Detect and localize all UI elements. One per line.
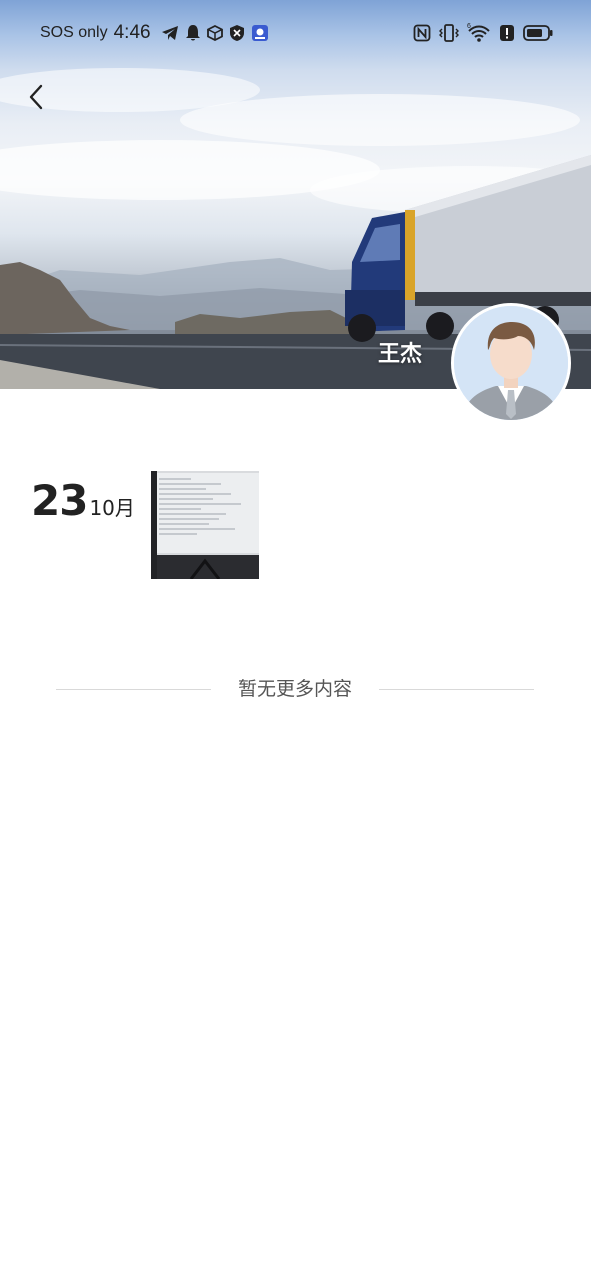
post-date: 23 10月: [31, 476, 135, 525]
app-icon: [251, 25, 268, 41]
svg-text:6: 6: [467, 23, 471, 30]
status-bar: SOS only 4:46 6: [0, 0, 591, 64]
avatar[interactable]: [451, 303, 571, 423]
bell-icon: [185, 25, 200, 41]
post-thumbnail[interactable]: [151, 471, 259, 579]
post-day: 23: [31, 476, 88, 525]
end-of-content-divider: 暂无更多内容: [56, 676, 534, 702]
post-month: 10月: [89, 496, 135, 520]
vibrate-icon: [439, 24, 459, 42]
computer-monitor-photo-icon: [151, 471, 259, 579]
divider-line-right: [379, 689, 534, 690]
telegram-icon: [161, 26, 178, 40]
box-icon: [206, 25, 223, 41]
chevron-left-icon: [29, 84, 43, 110]
profile-name: 王杰: [377, 342, 422, 367]
carrier-label: SOS only: [40, 24, 108, 41]
battery-icon: [523, 25, 553, 41]
nfc-icon: [413, 24, 431, 42]
back-button[interactable]: [22, 82, 52, 112]
alert-icon: [500, 25, 514, 41]
status-time: 4:46: [113, 22, 151, 43]
businessman-avatar-icon: [454, 306, 568, 420]
shield-icon: [229, 25, 244, 41]
wifi-icon: 6: [467, 23, 490, 42]
